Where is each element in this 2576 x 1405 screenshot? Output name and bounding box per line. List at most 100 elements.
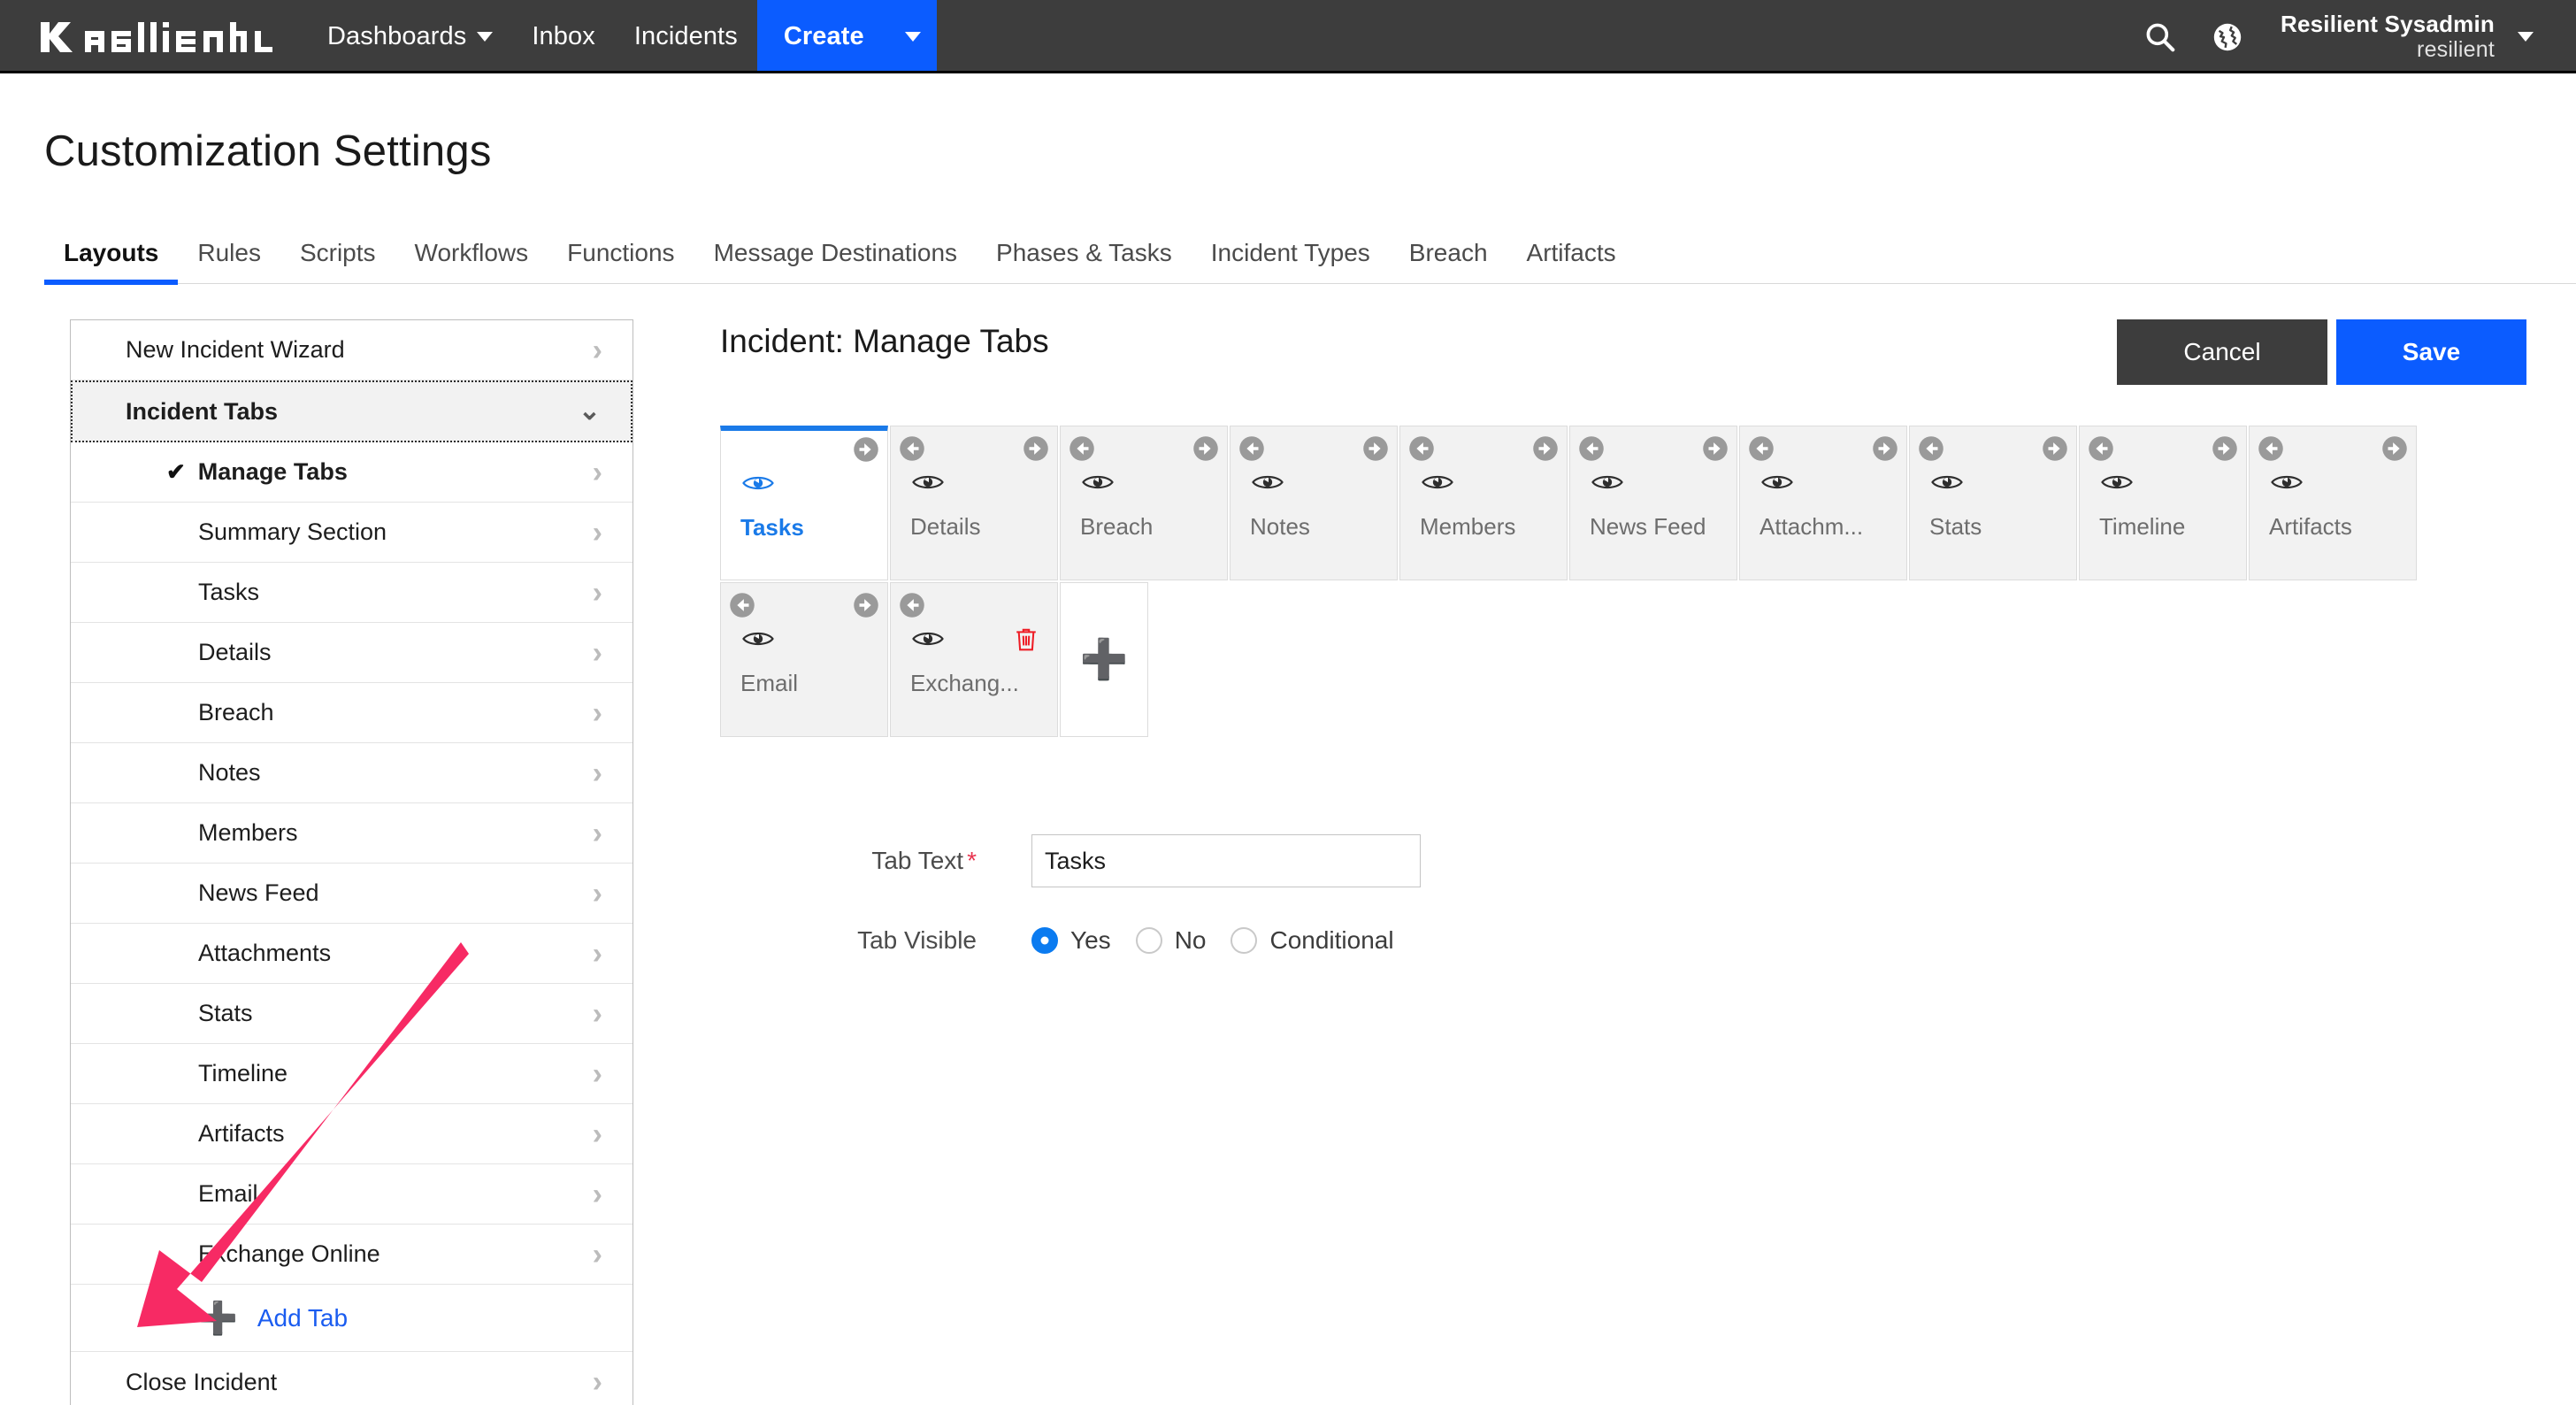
eye-icon[interactable]: [1591, 472, 1623, 494]
sidebar-item-manage-tabs[interactable]: ✔ Manage Tabs ›: [71, 442, 632, 503]
eye-icon[interactable]: [912, 629, 944, 650]
eye-icon[interactable]: [1252, 472, 1284, 494]
move-left-icon[interactable]: [899, 435, 925, 462]
eye-icon[interactable]: [2101, 472, 2133, 494]
tab-card-exchang[interactable]: Exchang...: [890, 582, 1058, 737]
sidebar-item-text: Artifacts: [198, 1120, 285, 1147]
eye-icon[interactable]: [1082, 472, 1114, 494]
move-left-icon[interactable]: [1918, 435, 1944, 462]
sidebar-item-breach[interactable]: Breach ›: [71, 683, 632, 743]
nav-item-incidents[interactable]: Incidents: [615, 0, 757, 73]
sidebar-item-exchange-online-label: Exchange Online: [198, 1240, 380, 1268]
sidebar-item-notes-label: Notes: [198, 759, 261, 787]
nav-item-dashboards[interactable]: Dashboards: [308, 0, 512, 73]
radio-indicator[interactable]: [1031, 927, 1058, 954]
radio-tab-visible-no[interactable]: No: [1135, 926, 1206, 955]
eye-icon[interactable]: [1422, 472, 1453, 494]
add-tab-card-button[interactable]: ➕: [1060, 582, 1148, 737]
tab-functions[interactable]: Functions: [548, 239, 694, 283]
move-left-icon[interactable]: [1069, 435, 1095, 462]
tab-breach[interactable]: Breach: [1390, 239, 1507, 283]
move-right-icon[interactable]: [853, 592, 879, 618]
eye-icon[interactable]: [2271, 472, 2303, 494]
tab-message-destinations[interactable]: Message Destinations: [694, 239, 977, 283]
tab-phases-tasks[interactable]: Phases & Tasks: [977, 239, 1192, 283]
sidebar-item-incident-tabs[interactable]: Incident Tabs ⌄: [71, 380, 632, 442]
move-right-icon[interactable]: [1872, 435, 1898, 462]
move-right-icon[interactable]: [1023, 435, 1049, 462]
move-left-icon[interactable]: [729, 592, 755, 618]
move-left-icon[interactable]: [1578, 435, 1605, 462]
tab-card-stats[interactable]: Stats: [1909, 426, 2077, 580]
move-left-icon[interactable]: [2258, 435, 2284, 462]
tab-artifacts[interactable]: Artifacts: [1507, 239, 1636, 283]
eye-icon[interactable]: [1931, 472, 1963, 494]
move-right-icon[interactable]: [2212, 435, 2238, 462]
tab-layouts[interactable]: Layouts: [44, 239, 179, 285]
radio-tab-visible-conditional[interactable]: Conditional: [1230, 926, 1394, 955]
nav-item-inbox[interactable]: Inbox: [512, 0, 614, 73]
tab-card-breach[interactable]: Breach: [1060, 426, 1228, 580]
sidebar-item-exchange-online[interactable]: Exchange Online ›: [71, 1225, 632, 1285]
tab-text-input[interactable]: [1031, 834, 1421, 887]
sidebar-item-tasks[interactable]: Tasks ›: [71, 563, 632, 623]
save-button[interactable]: Save: [2336, 319, 2526, 385]
chevron-down-icon: [477, 32, 494, 42]
sidebar-item-new-incident-wizard[interactable]: New Incident Wizard ›: [71, 320, 632, 380]
sidebar-item-attachments[interactable]: Attachments ›: [71, 924, 632, 984]
radio-tab-visible-yes[interactable]: Yes: [1031, 926, 1111, 955]
tab-card-artifacts[interactable]: Artifacts: [2249, 426, 2417, 580]
sidebar-item-notes[interactable]: Notes ›: [71, 743, 632, 803]
eye-icon[interactable]: [742, 473, 774, 495]
move-left-icon[interactable]: [2088, 435, 2114, 462]
sidebar-item-close-incident[interactable]: Close Incident ›: [71, 1352, 632, 1405]
move-right-icon[interactable]: [1532, 435, 1559, 462]
move-right-icon[interactable]: [2042, 435, 2068, 462]
globe-icon[interactable]: [2194, 0, 2261, 73]
move-right-icon[interactable]: [1192, 435, 1219, 462]
resilient-logo[interactable]: [0, 0, 308, 73]
search-icon[interactable]: [2127, 0, 2194, 73]
eye-icon[interactable]: [1761, 472, 1793, 494]
sidebar-item-news-feed[interactable]: News Feed ›: [71, 864, 632, 924]
cancel-button[interactable]: Cancel: [2117, 319, 2327, 385]
trash-icon[interactable]: [1015, 627, 1038, 656]
tab-card-tasks[interactable]: Tasks: [720, 426, 888, 580]
tab-card-timeline[interactable]: Timeline: [2079, 426, 2247, 580]
radio-indicator[interactable]: [1230, 927, 1258, 954]
tab-card-attachm[interactable]: Attachm...: [1739, 426, 1907, 580]
sidebar-add-tab-button[interactable]: ➕ Add Tab: [71, 1285, 632, 1352]
tab-workflows[interactable]: Workflows: [395, 239, 548, 283]
create-button[interactable]: Create: [756, 0, 937, 73]
move-right-icon[interactable]: [2381, 435, 2408, 462]
move-right-icon[interactable]: [1702, 435, 1729, 462]
tab-card-label: Artifacts: [2269, 513, 2352, 540]
move-left-icon[interactable]: [1238, 435, 1265, 462]
sidebar-item-email[interactable]: Email ›: [71, 1164, 632, 1225]
move-right-icon[interactable]: [853, 436, 879, 463]
tab-card-notes[interactable]: Notes: [1230, 426, 1398, 580]
sidebar-item-timeline[interactable]: Timeline ›: [71, 1044, 632, 1104]
tab-scripts[interactable]: Scripts: [280, 239, 395, 283]
tab-card-email[interactable]: Email: [720, 582, 888, 737]
sidebar-item-details[interactable]: Details ›: [71, 623, 632, 683]
sidebar-item-artifacts[interactable]: Artifacts ›: [71, 1104, 632, 1164]
chevron-right-icon: ›: [592, 1117, 602, 1151]
move-left-icon[interactable]: [899, 592, 925, 618]
tab-card-members[interactable]: Members: [1399, 426, 1568, 580]
move-left-icon[interactable]: [1408, 435, 1435, 462]
tab-card-details[interactable]: Details: [890, 426, 1058, 580]
sidebar-item-members[interactable]: Members ›: [71, 803, 632, 864]
radio-indicator[interactable]: [1135, 927, 1162, 954]
tab-card-news-feed[interactable]: News Feed: [1569, 426, 1737, 580]
tab-rules[interactable]: Rules: [178, 239, 280, 283]
move-left-icon[interactable]: [1748, 435, 1775, 462]
chevron-right-icon: ›: [592, 936, 602, 971]
tab-incident-types[interactable]: Incident Types: [1192, 239, 1390, 283]
sidebar-item-summary-section[interactable]: Summary Section ›: [71, 503, 632, 563]
move-right-icon[interactable]: [1362, 435, 1389, 462]
user-menu[interactable]: Resilient Sysadmin resilient: [2281, 11, 2534, 62]
sidebar-item-stats[interactable]: Stats ›: [71, 984, 632, 1044]
eye-icon[interactable]: [742, 629, 774, 650]
eye-icon[interactable]: [912, 472, 944, 494]
